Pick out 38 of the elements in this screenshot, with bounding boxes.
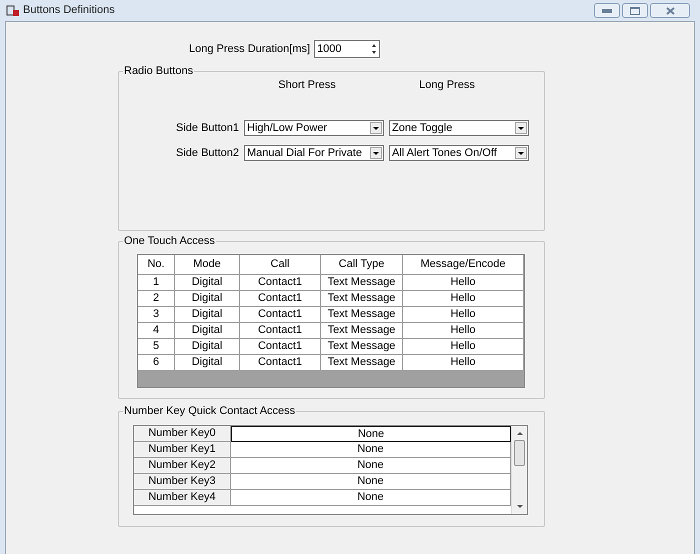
- dropdown[interactable]: High/Low Power: [244, 120, 384, 136]
- maximize-button[interactable]: [622, 3, 648, 18]
- minimize-button[interactable]: [594, 3, 620, 18]
- table-cell[interactable]: None: [231, 474, 511, 490]
- close-button[interactable]: [650, 3, 690, 18]
- dropdown[interactable]: All Alert Tones On/Off: [389, 144, 529, 161]
- row-header: Number Key2: [134, 458, 231, 474]
- scroll-down-icon[interactable]: [516, 503, 524, 511]
- close-icon: [666, 6, 674, 14]
- group-title: Number Key Quick Contact Access: [123, 404, 296, 418]
- scroll-up-icon[interactable]: [516, 429, 524, 437]
- column-header: Long Press: [419, 79, 475, 91]
- dropdown[interactable]: Zone Toggle: [389, 120, 529, 136]
- scroll-thumb[interactable]: [514, 440, 525, 466]
- scrollbar[interactable]: [511, 426, 527, 514]
- field-label: Side Button2: [176, 146, 239, 158]
- row-header: Number Key0: [134, 426, 231, 442]
- maximize-icon: [630, 6, 640, 14]
- table-cell: Contact1: [240, 355, 321, 371]
- field-label: Long Press Duration[ms]: [189, 42, 310, 57]
- table-cell: Hello: [403, 355, 524, 371]
- minimize-icon: [602, 8, 612, 12]
- table-cell[interactable]: None: [231, 426, 511, 442]
- field-label: Side Button1: [176, 122, 239, 134]
- row-header: Number Key4: [134, 490, 231, 506]
- table-cell[interactable]: None: [231, 490, 511, 506]
- table-cell[interactable]: None: [231, 442, 511, 458]
- table-cell: Text Message: [321, 355, 403, 371]
- table-cell[interactable]: None: [231, 458, 511, 474]
- row-header: Number Key1: [134, 442, 231, 458]
- window-app-icon: [6, 4, 20, 16]
- row-header: Number Key3: [134, 474, 231, 490]
- dropdown[interactable]: Manual Dial For Private: [244, 144, 384, 161]
- table-cell: Digital: [175, 355, 240, 371]
- table-cell: 6: [138, 355, 175, 371]
- window-title: Buttons Definitions: [23, 3, 115, 18]
- column-header: Short Press: [278, 79, 336, 91]
- duration-spin-field[interactable]: 1000: [314, 40, 380, 58]
